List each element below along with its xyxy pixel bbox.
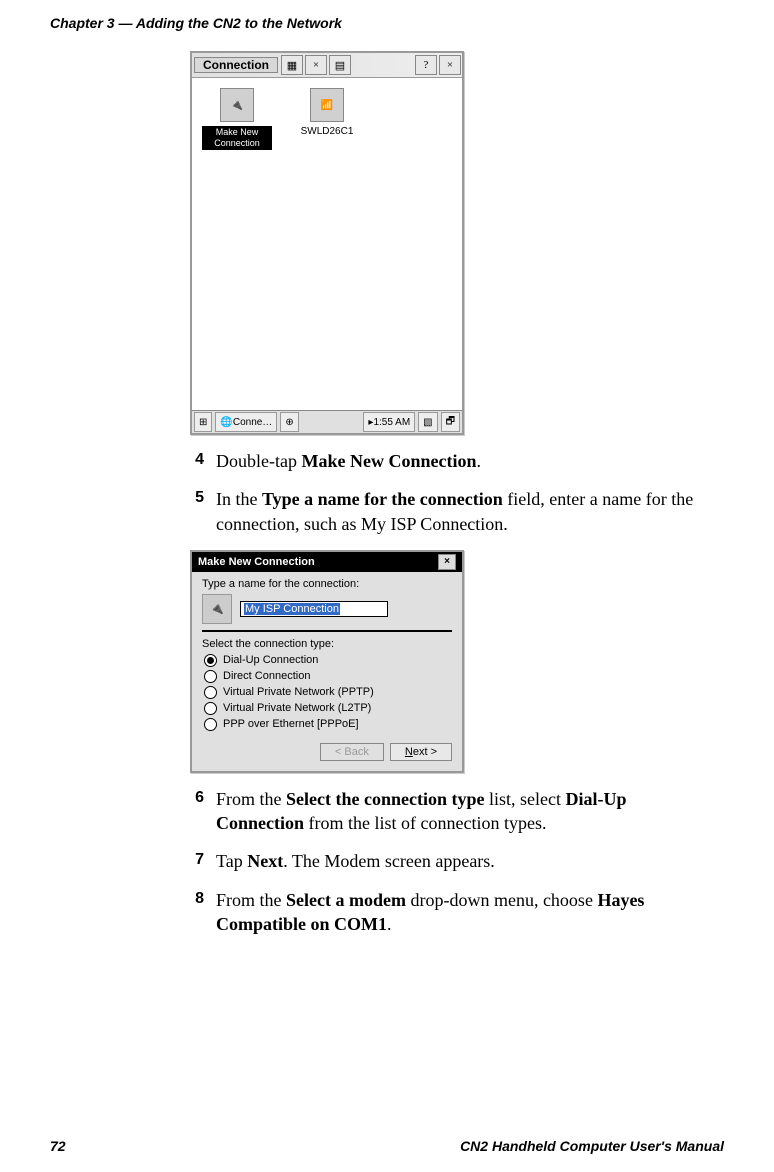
- tray-icon[interactable]: ⊕: [280, 412, 298, 432]
- taskbar: ⊞ 🌐 Conne… ⊕ ▸ 1:55 AM ▧ 🗗: [192, 410, 462, 433]
- radio-icon: [204, 718, 217, 731]
- step-7: 7 Tap Next. The Modem screen appears.: [190, 849, 704, 873]
- step-text: From the Select the connection type list…: [216, 787, 704, 836]
- icon-area: 🔌 Make New Connection 📶 SWLD26C1: [192, 78, 462, 160]
- step-4: 4 Double-tap Make New Connection.: [190, 449, 704, 473]
- step-text: From the Select a modem drop-down menu, …: [216, 888, 704, 937]
- screenshot-connections: Connection ▦ × ▤ ? × 🔌 Make New Connecti…: [190, 51, 464, 435]
- name-prompt: Type a name for the connection:: [202, 578, 452, 590]
- toolbar-icon[interactable]: ▦: [281, 55, 303, 75]
- step-number: 6: [190, 787, 204, 836]
- dialog-title: Make New Connection: [198, 556, 315, 568]
- step-text: Tap Next. The Modem screen appears.: [216, 849, 704, 873]
- radio-label: Virtual Private Network (PPTP): [223, 686, 374, 698]
- taskbar-clock[interactable]: ▸ 1:55 AM: [363, 412, 415, 432]
- connection-icon: 🔌: [202, 594, 232, 624]
- radio-pptp[interactable]: Virtual Private Network (PPTP): [204, 686, 452, 699]
- window-titlebar: Connection ▦ × ▤ ? ×: [192, 53, 462, 78]
- step-number: 4: [190, 449, 204, 473]
- icon-label: SWLD26C1: [292, 126, 362, 137]
- page-footer: 72 CN2 Handheld Computer User's Manual: [50, 1138, 724, 1154]
- divider: [202, 630, 452, 632]
- step-8: 8 From the Select a modem drop-down menu…: [190, 888, 704, 937]
- radio-dialup[interactable]: Dial-Up Connection: [204, 654, 452, 667]
- step-number: 7: [190, 849, 204, 873]
- radio-label: Dial-Up Connection: [223, 654, 318, 666]
- manual-title: CN2 Handheld Computer User's Manual: [460, 1138, 724, 1154]
- step-text: Double-tap Make New Connection.: [216, 449, 704, 473]
- radio-icon: [204, 702, 217, 715]
- make-new-connection-icon[interactable]: 🔌 Make New Connection: [202, 88, 272, 150]
- icon-label: Make New Connection: [202, 126, 272, 150]
- radio-icon: [204, 654, 217, 667]
- radio-pppoe[interactable]: PPP over Ethernet [PPPoE]: [204, 718, 452, 731]
- tray-icon[interactable]: 🗗: [441, 412, 460, 432]
- connection-icon: 🔌: [220, 88, 254, 122]
- radio-label: Direct Connection: [223, 670, 310, 682]
- help-icon[interactable]: ?: [415, 55, 437, 75]
- next-button[interactable]: Next >: [390, 743, 452, 761]
- step-number: 8: [190, 888, 204, 937]
- tray-icon[interactable]: ▧: [418, 412, 437, 432]
- page-number: 72: [50, 1138, 66, 1154]
- step-number: 5: [190, 487, 204, 536]
- radio-icon: [204, 686, 217, 699]
- dialog-body: Type a name for the connection: 🔌 My ISP…: [192, 572, 462, 771]
- step-text: In the Type a name for the connection fi…: [216, 487, 704, 536]
- radio-direct[interactable]: Direct Connection: [204, 670, 452, 683]
- back-button: < Back: [320, 743, 384, 761]
- type-prompt: Select the connection type:: [202, 638, 452, 650]
- close-icon[interactable]: ×: [305, 55, 327, 75]
- window-title: Connection: [194, 57, 278, 73]
- close-icon[interactable]: ×: [438, 554, 456, 570]
- radio-label: PPP over Ethernet [PPPoE]: [223, 718, 359, 730]
- screenshot-make-new-connection: Make New Connection × Type a name for th…: [190, 550, 464, 773]
- connection-type-list: Dial-Up Connection Direct Connection Vir…: [204, 654, 452, 731]
- start-icon[interactable]: ⊞: [194, 412, 212, 432]
- taskbar-app[interactable]: 🌐 Conne…: [215, 412, 277, 432]
- modem-icon: 📶: [310, 88, 344, 122]
- connection-name-input[interactable]: My ISP Connection: [240, 601, 388, 617]
- radio-l2tp[interactable]: Virtual Private Network (L2TP): [204, 702, 452, 715]
- radio-label: Virtual Private Network (L2TP): [223, 702, 371, 714]
- toolbar-icon[interactable]: ▤: [329, 55, 351, 75]
- dialog-titlebar: Make New Connection ×: [192, 552, 462, 572]
- close-icon[interactable]: ×: [439, 55, 461, 75]
- step-5: 5 In the Type a name for the connection …: [190, 487, 704, 536]
- swld-connection-icon[interactable]: 📶 SWLD26C1: [292, 88, 362, 137]
- page-header: Chapter 3 — Adding the CN2 to the Networ…: [50, 15, 724, 31]
- step-6: 6 From the Select the connection type li…: [190, 787, 704, 836]
- radio-icon: [204, 670, 217, 683]
